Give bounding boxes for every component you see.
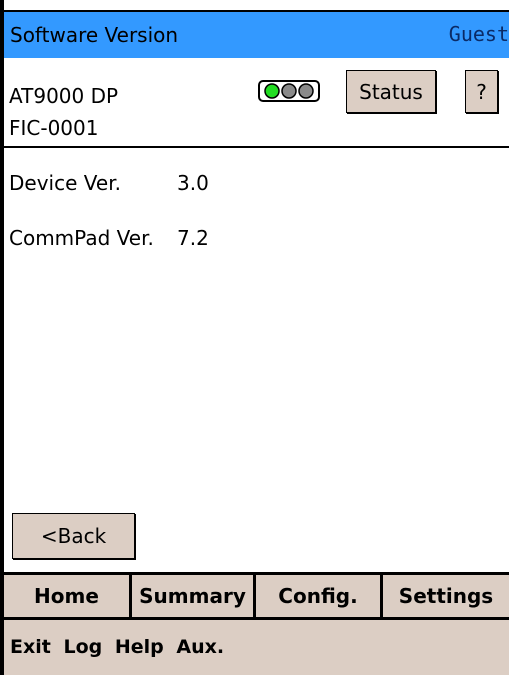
help-button[interactable]: ?	[465, 70, 498, 113]
tab-settings[interactable]: Settings	[383, 575, 509, 617]
info-row-device-version: Device Ver. 3.0	[9, 171, 209, 195]
info-value: 7.2	[177, 226, 209, 250]
tab-home[interactable]: Home	[4, 575, 132, 617]
info-label: CommPad Ver.	[9, 226, 154, 250]
traffic-light-icon	[258, 80, 320, 102]
title-bar: Software Version Guest	[4, 10, 509, 58]
traffic-light-right	[298, 83, 314, 99]
menu-bar: Exit Log Help Aux.	[4, 620, 509, 675]
menu-item-aux[interactable]: Aux.	[176, 636, 224, 658]
menu-item-help[interactable]: Help	[115, 636, 164, 658]
info-value: 3.0	[177, 171, 209, 195]
bottom-nav: Home Summary Config. Settings	[4, 572, 509, 620]
device-header: AT9000 DP FIC-0001 Status ?	[4, 58, 509, 148]
tab-config[interactable]: Config.	[256, 575, 383, 617]
menu-item-log[interactable]: Log	[63, 636, 102, 658]
user-label: Guest	[448, 22, 509, 46]
menu-item-exit[interactable]: Exit	[10, 636, 51, 658]
traffic-light-middle	[281, 83, 297, 99]
info-row-commpad-version: CommPad Ver. 7.2	[9, 226, 209, 250]
tab-summary[interactable]: Summary	[132, 575, 256, 617]
device-name: AT9000 DP	[9, 84, 119, 108]
info-label: Device Ver.	[9, 171, 121, 195]
traffic-light-green	[264, 83, 280, 99]
page-title: Software Version	[10, 23, 179, 47]
status-button[interactable]: Status	[346, 70, 436, 113]
back-button[interactable]: <Back	[12, 513, 135, 559]
device-tag: FIC-0001	[9, 116, 99, 140]
